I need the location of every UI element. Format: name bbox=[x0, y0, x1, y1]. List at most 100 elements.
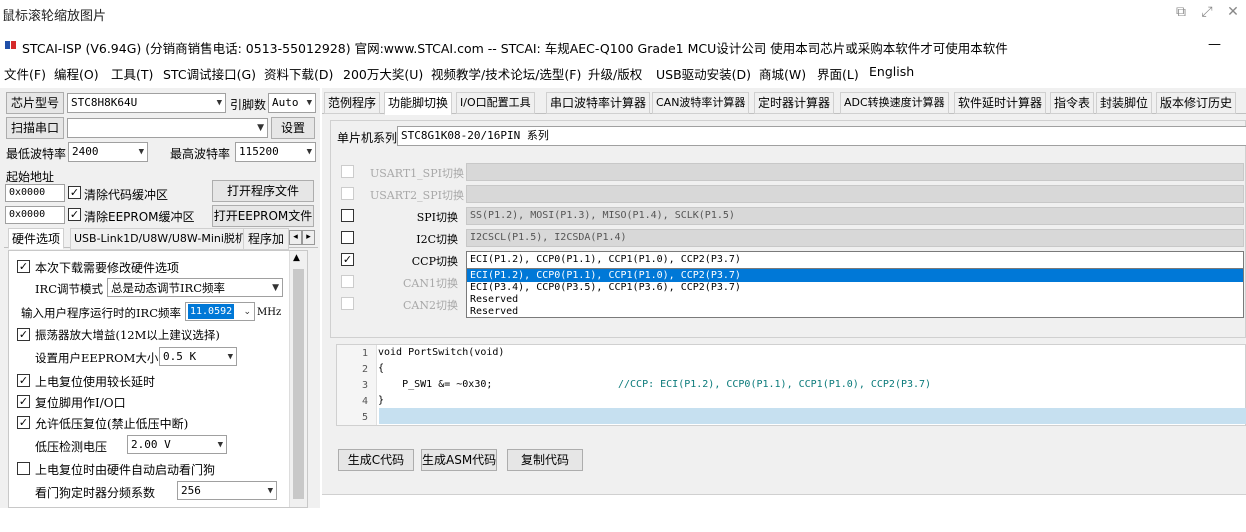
auto-watchdog-checkbox[interactable] bbox=[17, 462, 30, 475]
generate-c-button[interactable]: 生成C代码 bbox=[338, 449, 414, 471]
menu-english[interactable]: English bbox=[869, 64, 914, 79]
settings-button[interactable]: 设置 bbox=[271, 117, 315, 139]
switch-select[interactable]: I2CSCL(P1.5), I2CSDA(P1.4) bbox=[466, 229, 1244, 247]
tab-package-pins[interactable]: 封装脚位 bbox=[1096, 92, 1153, 114]
tab-scroll-left-icon[interactable]: ◂ bbox=[289, 230, 302, 245]
switch-checkbox[interactable] bbox=[341, 231, 354, 244]
chevron-down-icon: ▼ bbox=[272, 283, 279, 293]
switch-checkbox bbox=[341, 165, 354, 178]
code-address-input[interactable]: 0x0000 bbox=[5, 184, 65, 202]
eeprom-size-value: 0.5 K bbox=[163, 350, 197, 363]
watchdog-divider-label: 看门狗定时器分频系数 bbox=[35, 486, 156, 500]
generate-asm-button[interactable]: 生成ASM代码 bbox=[421, 449, 497, 471]
long-reset-delay-checkbox[interactable]: ✓ bbox=[17, 374, 30, 387]
switch-select bbox=[466, 185, 1244, 203]
scroll-up-icon[interactable]: ▲ bbox=[293, 253, 300, 263]
scan-port-button[interactable]: 扫描串口 bbox=[6, 117, 64, 139]
close-icon[interactable]: ✕ bbox=[1224, 3, 1242, 21]
mcu-series-select[interactable]: STC8G1K08-20/16PIN 系列 bbox=[397, 126, 1246, 146]
max-baud-select[interactable]: 115200 ▼ bbox=[235, 142, 316, 162]
options-scrollbar[interactable]: ▲ bbox=[289, 251, 307, 507]
low-voltage-reset-checkbox[interactable]: ✓ bbox=[17, 416, 30, 429]
low-voltage-value: 2.00 V bbox=[131, 438, 171, 451]
open-program-button[interactable]: 打开程序文件 bbox=[212, 180, 314, 202]
ccp-option[interactable]: ECI(P3.4), CCP0(P3.5), CCP1(P3.6), CCP2(… bbox=[467, 282, 1243, 293]
ccp-dropdown-list[interactable]: ECI(P1.2), CCP0(P1.1), CCP1(P1.0), CCP2(… bbox=[466, 268, 1244, 318]
menu-award[interactable]: 200万大奖(U) bbox=[343, 64, 423, 83]
minimize-button[interactable]: — bbox=[1208, 37, 1221, 52]
tab-timer-calc[interactable]: 定时器计算器 bbox=[754, 92, 835, 114]
switch-label: CCP切换 bbox=[411, 255, 458, 268]
tab-hardware-options[interactable]: 硬件选项 bbox=[8, 228, 65, 249]
ccp-option[interactable]: Reserved bbox=[467, 306, 1243, 317]
tab-version-history[interactable]: 版本修订历史 bbox=[1156, 92, 1237, 114]
menu-interface[interactable]: 界面(L) bbox=[817, 64, 859, 83]
clear-code-label: 清除代码缓冲区 bbox=[84, 188, 169, 202]
menu-usb-driver[interactable]: USB驱动安装(D) bbox=[656, 64, 751, 83]
min-baud-label: 最低波特率 bbox=[6, 147, 67, 161]
menu-debug[interactable]: STC调试接口(G) bbox=[163, 64, 256, 83]
switch-label: USART2_SPI切换 bbox=[370, 189, 464, 202]
pin-count-select[interactable]: Auto ▼ bbox=[268, 93, 316, 113]
tab-scroll-right-icon[interactable]: ▸ bbox=[302, 230, 315, 245]
chevron-down-icon: ▼ bbox=[306, 147, 312, 157]
tab-adc-speed[interactable]: ADC转换速度计算器 bbox=[840, 92, 949, 114]
tab-delay-calc[interactable]: 软件延时计算器 bbox=[954, 92, 1047, 114]
tab-pin-switch[interactable]: 功能脚切换 bbox=[384, 92, 453, 115]
chevron-down-icon: ▼ bbox=[138, 147, 144, 157]
pin-count-value: Auto bbox=[272, 96, 299, 109]
menu-video[interactable]: 视频教学/技术论坛/选型(F) bbox=[431, 64, 581, 83]
switch-select bbox=[466, 163, 1244, 181]
menu-file[interactable]: 文件(F) bbox=[4, 64, 46, 83]
code-line: P_SW1 &= ~0x30; bbox=[378, 379, 493, 390]
eeprom-address-input[interactable]: 0x0000 bbox=[5, 206, 65, 224]
chip-model-button[interactable]: 芯片型号 bbox=[6, 92, 64, 114]
ccp-option[interactable]: ECI(P1.2), CCP0(P1.1), CCP1(P1.0), CCP2(… bbox=[467, 269, 1243, 282]
irc-freq-input[interactable]: 11.0592 ⌄ bbox=[185, 302, 255, 321]
tab-io-config[interactable]: I/O口配置工具 bbox=[456, 92, 535, 114]
menu-upgrade[interactable]: 升级/版权 bbox=[588, 64, 642, 83]
fullscreen-icon[interactable]: ⤢ bbox=[1198, 3, 1216, 21]
line-number: 3 bbox=[361, 380, 368, 391]
tab-examples[interactable]: 范例程序 bbox=[324, 92, 381, 114]
clear-eeprom-checkbox[interactable]: ✓ bbox=[68, 208, 81, 221]
menu-program[interactable]: 编程(O) bbox=[54, 64, 99, 83]
low-voltage-select[interactable]: 2.00 V ▼ bbox=[127, 435, 227, 454]
pin-count-label: 引脚数 bbox=[230, 98, 267, 112]
switch-select[interactable]: ECI(P1.2), CCP0(P1.1), CCP1(P1.0), CCP2(… bbox=[466, 251, 1244, 269]
popout-icon[interactable]: ⧉ bbox=[1172, 3, 1190, 21]
eeprom-size-select[interactable]: 0.5 K ▼ bbox=[159, 347, 237, 366]
switch-select[interactable]: SS(P1.2), MOSI(P1.3), MISO(P1.4), SCLK(P… bbox=[466, 207, 1244, 225]
switch-label: SPI切换 bbox=[416, 211, 458, 224]
chip-model-select[interactable]: STC8H8K64U ▼ bbox=[67, 93, 226, 113]
app-title-bar: STCAI-ISP (V6.94G) (分销商销售电话: 0513-550129… bbox=[0, 34, 1246, 56]
menu-shop[interactable]: 商城(W) bbox=[759, 64, 806, 83]
tab-uart-baud[interactable]: 串口波特率计算器 bbox=[546, 92, 651, 114]
serial-port-select[interactable]: ▼ bbox=[67, 118, 268, 138]
watchdog-divider-select[interactable]: 256 ▼ bbox=[177, 481, 277, 500]
osc-gain-checkbox[interactable]: ✓ bbox=[17, 328, 30, 341]
reset-pin-io-checkbox[interactable]: ✓ bbox=[17, 395, 30, 408]
open-eeprom-button[interactable]: 打开EEPROM文件 bbox=[212, 205, 314, 227]
irc-mode-select[interactable]: 总是动态调节IRC频率 ▼ bbox=[107, 278, 283, 297]
menu-tools[interactable]: 工具(T) bbox=[111, 64, 153, 83]
tab-can-baud[interactable]: CAN波特率计算器 bbox=[652, 92, 750, 114]
tab-program-encrypt[interactable]: 程序加 bbox=[243, 228, 289, 250]
switch-checkbox bbox=[341, 187, 354, 200]
line-number: 1 bbox=[361, 348, 368, 359]
modify-hw-options-checkbox[interactable]: ✓ bbox=[17, 260, 30, 273]
switch-label: CAN2切换 bbox=[403, 299, 458, 312]
chevron-down-icon: ▼ bbox=[216, 98, 222, 108]
tab-usb-link[interactable]: USB-Link1D/U8W/U8W-Mini脱机 bbox=[70, 228, 250, 250]
switch-checkbox[interactable] bbox=[341, 209, 354, 222]
min-baud-select[interactable]: 2400 ▼ bbox=[68, 142, 148, 162]
menu-download[interactable]: 资料下载(D) bbox=[264, 64, 333, 83]
clear-code-checkbox[interactable]: ✓ bbox=[68, 186, 81, 199]
switch-checkbox[interactable]: ✓ bbox=[341, 253, 354, 266]
ccp-option[interactable]: Reserved bbox=[467, 294, 1243, 305]
line-number: 5 bbox=[361, 412, 368, 423]
copy-code-button[interactable]: 复制代码 bbox=[507, 449, 583, 471]
scroll-thumb[interactable] bbox=[293, 269, 304, 499]
left-tab-strip: 硬件选项 USB-Link1D/U8W/U8W-Mini脱机 程序加 ◂ ▸ bbox=[4, 228, 318, 250]
tab-instruction-table[interactable]: 指令表 bbox=[1050, 92, 1095, 114]
